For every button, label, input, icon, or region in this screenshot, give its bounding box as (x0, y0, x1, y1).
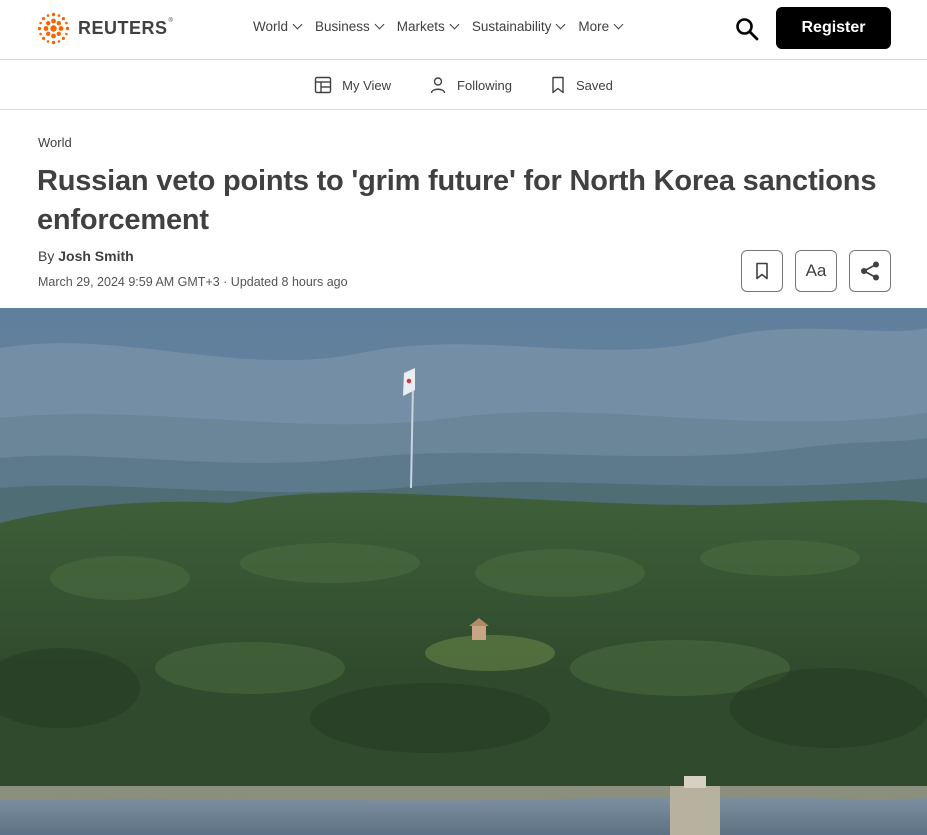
chevron-down-icon (613, 19, 624, 30)
share-button[interactable] (849, 250, 891, 292)
register-button[interactable]: Register (776, 7, 891, 49)
article-hero-image (0, 308, 927, 835)
nav-label: World (253, 19, 289, 34)
text-size-button[interactable]: Aa (795, 250, 837, 292)
reuters-logo[interactable]: REUTERS® (37, 12, 173, 45)
byline: By Josh Smith (38, 248, 134, 264)
nav-label: More (578, 19, 610, 34)
chevron-down-icon (292, 19, 303, 30)
personal-nav: My View Following Saved (0, 61, 927, 110)
main-nav: World Business Markets Sustainability Mo… (253, 19, 624, 34)
chevron-down-icon (449, 19, 460, 30)
article-date: March 29, 2024 9:59 AM GMT+3 · Updated 8… (38, 275, 348, 289)
share-icon (861, 261, 879, 281)
subnav-item-my-view[interactable]: My View (314, 76, 391, 94)
nav-label: Markets (396, 19, 445, 34)
section-breadcrumb[interactable]: World (38, 135, 72, 150)
bookmark-icon (756, 262, 768, 280)
save-article-button[interactable] (741, 250, 783, 292)
person-icon (430, 77, 446, 94)
byline-prefix: By (38, 248, 55, 264)
bookmark-icon (552, 76, 564, 94)
nav-item-business[interactable]: Business (315, 19, 385, 34)
logo-text: REUTERS® (78, 18, 174, 38)
nav-item-world[interactable]: World (253, 19, 303, 34)
subnav-label: My View (342, 77, 392, 93)
chevron-down-icon (374, 19, 385, 30)
nav-item-markets[interactable]: Markets (396, 19, 460, 34)
chevron-down-icon (555, 19, 566, 30)
nav-label: Business (315, 19, 370, 34)
nav-item-sustainability[interactable]: Sustainability (471, 19, 566, 34)
subnav-item-following[interactable]: Following (429, 76, 512, 94)
subnav-item-saved[interactable]: Saved (550, 76, 613, 94)
subnav-label: Following (457, 77, 512, 93)
site-header: REUTERS® World Business Markets Sustaina… (0, 0, 927, 60)
nav-label: Sustainability (471, 19, 552, 34)
my-view-icon (314, 76, 332, 94)
subnav-label: Saved (575, 77, 613, 93)
search-icon[interactable] (735, 17, 759, 41)
nav-item-more[interactable]: More (578, 19, 624, 34)
article-headline: Russian veto points to 'grim future' for… (37, 165, 877, 236)
reuters-logo-icon (37, 12, 70, 45)
author-link[interactable]: Josh Smith (58, 248, 133, 264)
